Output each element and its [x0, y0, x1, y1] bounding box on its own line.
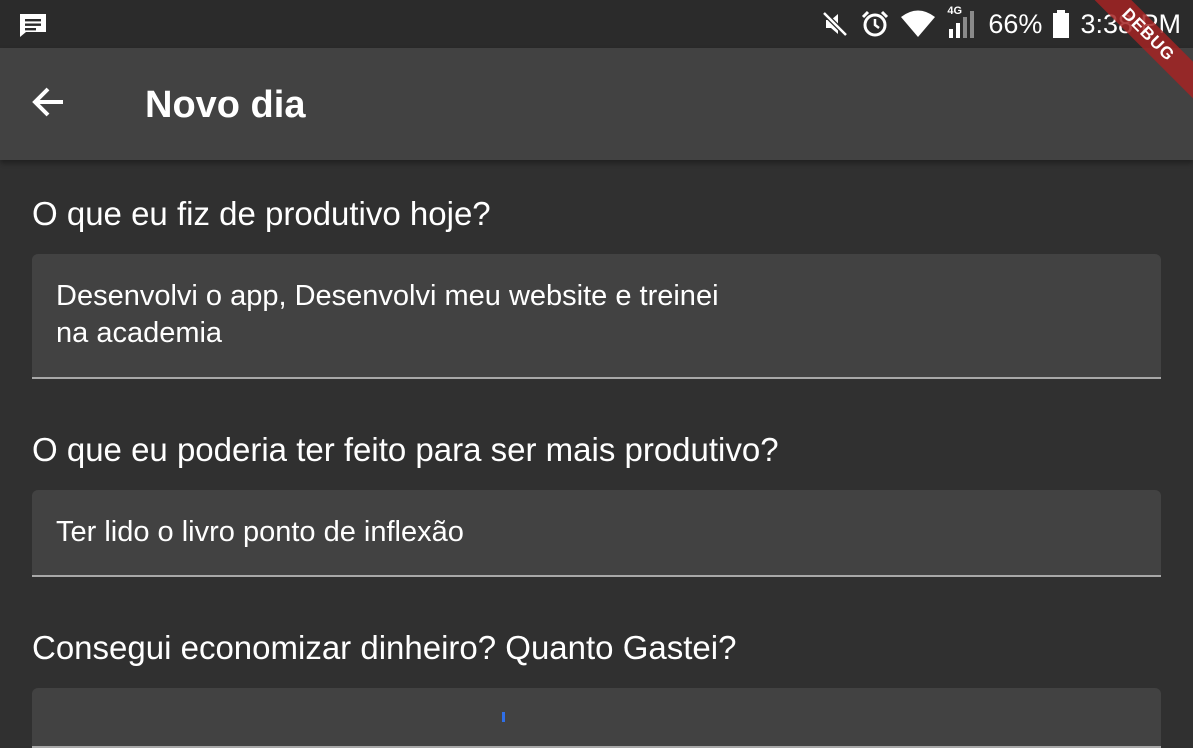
signal-icon: 4G — [946, 5, 978, 39]
mute-icon — [820, 9, 850, 39]
text-cursor — [502, 712, 505, 722]
status-bar: 4G 66% 3:38 PM — [0, 0, 1193, 48]
back-button[interactable] — [20, 76, 76, 132]
question-3-field[interactable] — [32, 688, 1161, 748]
arrow-back-icon — [30, 84, 66, 125]
network-type-label: 4G — [947, 5, 963, 17]
question-2-label: O que eu poderia ter feito para ser mais… — [32, 431, 779, 468]
alarm-icon — [860, 9, 890, 39]
battery-percent: 66% — [988, 8, 1043, 39]
status-icons: 4G 66% 3:38 PM — [820, 0, 1181, 48]
question-3-label: Consegui economizar dinheiro? Quanto Gas… — [32, 629, 737, 666]
question-1-value[interactable]: Desenvolvi o app, Desenvolvi meu website… — [56, 278, 719, 352]
wifi-icon — [900, 10, 936, 38]
app-bar: Novo dia — [0, 48, 1193, 160]
question-2-value[interactable]: Ter lido o livro ponto de inflexão — [56, 514, 464, 551]
message-icon — [18, 12, 48, 38]
page-title: Novo dia — [145, 84, 306, 126]
question-1-field[interactable]: Desenvolvi o app, Desenvolvi meu website… — [32, 254, 1161, 379]
question-2-field[interactable]: Ter lido o livro ponto de inflexão — [32, 490, 1161, 577]
battery-icon — [1052, 9, 1070, 39]
question-1-label: O que eu fiz de produtivo hoje? — [32, 195, 491, 232]
clock-time: 3:38 PM — [1080, 8, 1181, 39]
form-content: O que eu fiz de produtivo hoje? Desenvol… — [0, 160, 1193, 748]
